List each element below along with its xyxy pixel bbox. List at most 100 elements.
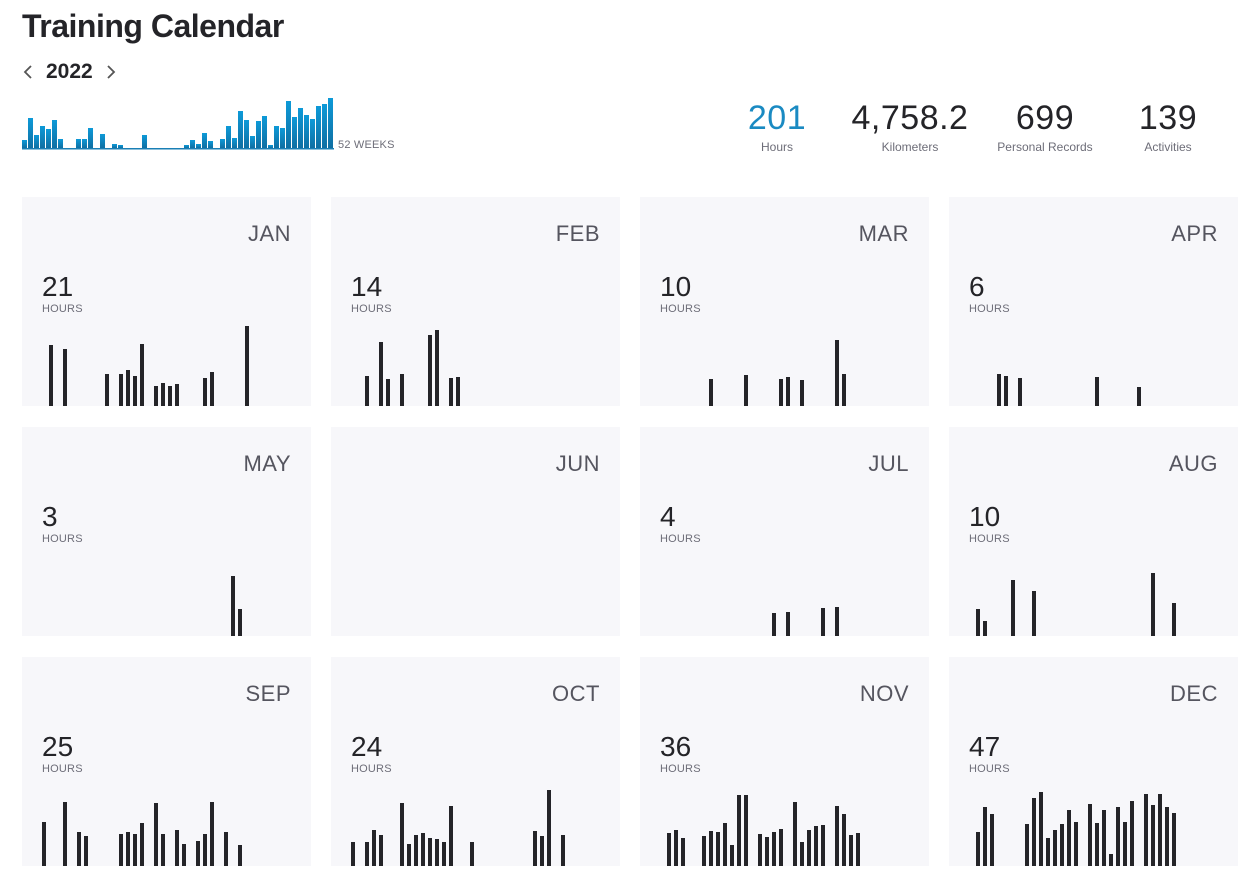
day-bar[interactable]	[842, 374, 846, 406]
month-card-nov[interactable]: NOV 36 HOURS	[640, 657, 929, 866]
day-bar[interactable]	[800, 380, 804, 406]
day-bar[interactable]	[744, 375, 748, 406]
day-bar[interactable]	[351, 842, 355, 866]
day-bar[interactable]	[821, 608, 825, 636]
day-bar[interactable]	[667, 833, 671, 866]
day-bar[interactable]	[702, 836, 706, 866]
day-bar[interactable]	[1151, 805, 1155, 866]
day-bar[interactable]	[990, 814, 994, 866]
day-bar[interactable]	[365, 376, 369, 406]
day-bar[interactable]	[786, 377, 790, 406]
day-bar[interactable]	[449, 806, 453, 866]
day-bar[interactable]	[674, 830, 678, 866]
month-card-jan[interactable]: JAN 21 HOURS	[22, 197, 311, 406]
month-card-oct[interactable]: OCT 24 HOURS	[331, 657, 620, 866]
day-bar[interactable]	[835, 607, 839, 636]
day-bar[interactable]	[154, 803, 158, 866]
day-bar[interactable]	[126, 370, 130, 406]
day-bar[interactable]	[835, 806, 839, 866]
day-bar[interactable]	[835, 340, 839, 406]
month-card-sep[interactable]: SEP 25 HOURS	[22, 657, 311, 866]
day-bar[interactable]	[997, 374, 1001, 406]
month-card-jul[interactable]: JUL 4 HOURS	[640, 427, 929, 636]
day-bar[interactable]	[421, 833, 425, 866]
day-bar[interactable]	[238, 609, 242, 636]
day-bar[interactable]	[1004, 376, 1008, 406]
day-bar[interactable]	[723, 823, 727, 866]
day-bar[interactable]	[1032, 798, 1036, 866]
day-bar[interactable]	[779, 379, 783, 406]
day-bar[interactable]	[63, 349, 67, 406]
day-bar[interactable]	[203, 378, 207, 406]
day-bar[interactable]	[182, 844, 186, 866]
day-bar[interactable]	[849, 835, 853, 866]
day-bar[interactable]	[1053, 830, 1057, 866]
day-bar[interactable]	[1172, 603, 1176, 636]
day-bar[interactable]	[133, 376, 137, 406]
day-bar[interactable]	[737, 795, 741, 866]
day-bar[interactable]	[133, 834, 137, 866]
day-bar[interactable]	[372, 830, 376, 866]
day-bar[interactable]	[716, 832, 720, 866]
day-bar[interactable]	[140, 344, 144, 406]
day-bar[interactable]	[779, 829, 783, 866]
day-bar[interactable]	[126, 832, 130, 866]
day-bar[interactable]	[442, 842, 446, 866]
day-bar[interactable]	[407, 844, 411, 866]
day-bar[interactable]	[456, 377, 460, 406]
day-bar[interactable]	[379, 342, 383, 406]
month-card-feb[interactable]: FEB 14 HOURS	[331, 197, 620, 406]
day-bar[interactable]	[210, 372, 214, 406]
month-card-jun[interactable]: JUN	[331, 427, 620, 636]
day-bar[interactable]	[245, 326, 249, 406]
day-bar[interactable]	[1102, 810, 1106, 866]
previous-year-button[interactable]	[20, 60, 36, 84]
day-bar[interactable]	[561, 835, 565, 866]
day-bar[interactable]	[1151, 573, 1155, 636]
day-bar[interactable]	[744, 795, 748, 866]
day-bar[interactable]	[1011, 580, 1015, 636]
day-bar[interactable]	[400, 374, 404, 406]
day-bar[interactable]	[976, 609, 980, 636]
day-bar[interactable]	[540, 836, 544, 866]
day-bar[interactable]	[856, 833, 860, 866]
day-bar[interactable]	[1095, 377, 1099, 406]
day-bar[interactable]	[1032, 591, 1036, 636]
day-bar[interactable]	[1088, 804, 1092, 866]
day-bar[interactable]	[1123, 822, 1127, 866]
day-bar[interactable]	[168, 386, 172, 406]
day-bar[interactable]	[800, 842, 804, 866]
day-bar[interactable]	[119, 834, 123, 866]
month-card-aug[interactable]: AUG 10 HOURS	[949, 427, 1238, 636]
day-bar[interactable]	[1130, 801, 1134, 866]
day-bar[interactable]	[976, 832, 980, 866]
day-bar[interactable]	[842, 814, 846, 866]
day-bar[interactable]	[84, 836, 88, 866]
day-bar[interactable]	[1109, 854, 1113, 866]
day-bar[interactable]	[681, 838, 685, 866]
day-bar[interactable]	[449, 378, 453, 406]
day-bar[interactable]	[814, 826, 818, 866]
month-card-mar[interactable]: MAR 10 HOURS	[640, 197, 929, 406]
day-bar[interactable]	[1060, 824, 1064, 866]
day-bar[interactable]	[63, 802, 67, 866]
day-bar[interactable]	[765, 837, 769, 866]
day-bar[interactable]	[533, 831, 537, 866]
month-card-may[interactable]: MAY 3 HOURS	[22, 427, 311, 636]
day-bar[interactable]	[983, 807, 987, 866]
day-bar[interactable]	[196, 841, 200, 866]
day-bar[interactable]	[386, 379, 390, 406]
day-bar[interactable]	[365, 842, 369, 866]
day-bar[interactable]	[772, 832, 776, 866]
day-bar[interactable]	[1095, 823, 1099, 866]
day-bar[interactable]	[77, 832, 81, 866]
day-bar[interactable]	[175, 830, 179, 866]
day-bar[interactable]	[709, 379, 713, 406]
day-bar[interactable]	[435, 839, 439, 866]
month-card-dec[interactable]: DEC 47 HOURS	[949, 657, 1238, 866]
day-bar[interactable]	[379, 835, 383, 866]
day-bar[interactable]	[821, 825, 825, 866]
day-bar[interactable]	[428, 335, 432, 406]
day-bar[interactable]	[49, 345, 53, 406]
day-bar[interactable]	[730, 845, 734, 866]
